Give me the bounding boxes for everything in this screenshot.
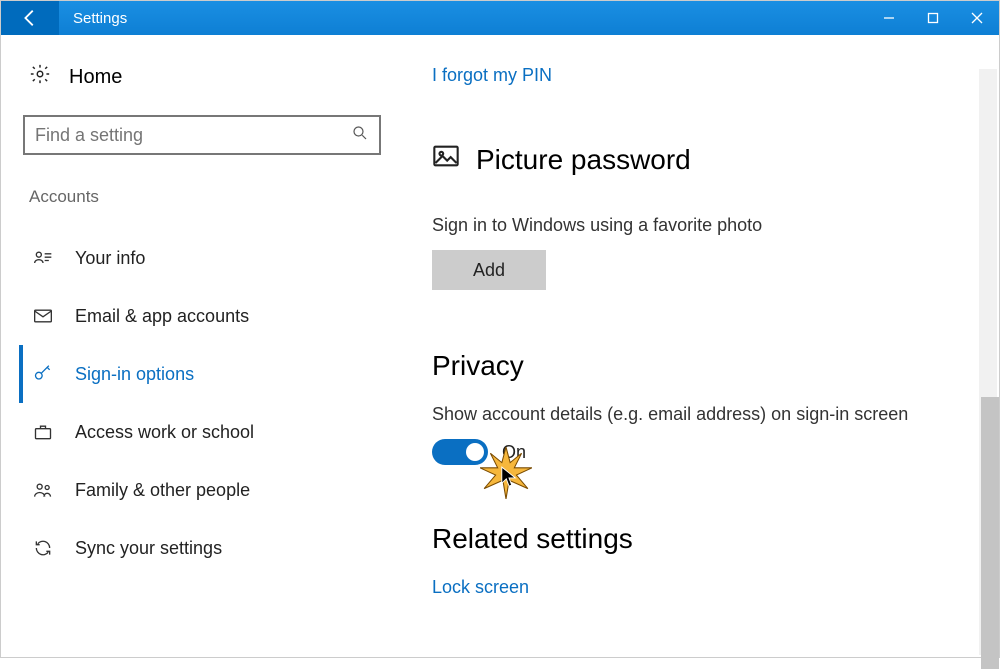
person-card-icon	[31, 248, 55, 268]
scrollbar-thumb[interactable]	[981, 397, 999, 669]
mail-icon	[31, 306, 55, 326]
gear-icon	[29, 63, 51, 91]
sidebar-item-work-school[interactable]: Access work or school	[19, 403, 396, 461]
sync-icon	[31, 538, 55, 558]
minimize-button[interactable]	[867, 1, 911, 35]
sidebar-item-label: Email & app accounts	[75, 306, 249, 327]
sidebar-item-sync[interactable]: Sync your settings	[19, 519, 396, 577]
sidebar-home[interactable]: Home	[23, 63, 396, 91]
picture-password-desc: Sign in to Windows using a favorite phot…	[432, 215, 969, 236]
privacy-desc: Show account details (e.g. email address…	[432, 404, 952, 425]
sidebar-item-label: Access work or school	[75, 422, 254, 443]
sidebar-item-signin-options[interactable]: Sign-in options	[19, 345, 396, 403]
picture-password-heading: Picture password	[432, 142, 969, 177]
toggle-state-label: On	[502, 442, 526, 463]
search-icon	[351, 124, 369, 147]
related-settings-heading: Related settings	[432, 523, 969, 555]
search-input[interactable]	[35, 125, 351, 146]
sidebar-item-email-accounts[interactable]: Email & app accounts	[19, 287, 396, 345]
picture-password-title: Picture password	[476, 144, 691, 176]
back-button[interactable]	[1, 1, 59, 35]
key-icon	[31, 364, 55, 384]
sidebar: Home Accounts Your info Email & app acco…	[1, 35, 396, 657]
lock-screen-link[interactable]: Lock screen	[432, 577, 969, 598]
add-button[interactable]: Add	[432, 250, 546, 290]
sidebar-item-label: Sync your settings	[75, 538, 222, 559]
sidebar-item-family[interactable]: Family & other people	[19, 461, 396, 519]
privacy-heading: Privacy	[432, 350, 969, 382]
picture-icon	[432, 142, 460, 177]
privacy-toggle[interactable]	[432, 439, 488, 465]
sidebar-item-label: Sign-in options	[75, 364, 194, 385]
titlebar: Settings	[1, 1, 999, 35]
search-box[interactable]	[23, 115, 381, 155]
forgot-pin-link[interactable]: I forgot my PIN	[432, 65, 969, 86]
sidebar-item-your-info[interactable]: Your info	[19, 229, 396, 287]
sidebar-item-label: Family & other people	[75, 480, 250, 501]
people-icon	[31, 480, 55, 500]
privacy-toggle-row: On	[432, 439, 969, 465]
content-pane: I forgot my PIN Picture password Sign in…	[396, 35, 999, 657]
sidebar-category: Accounts	[29, 187, 396, 207]
window-title: Settings	[59, 1, 141, 35]
maximize-button[interactable]	[911, 1, 955, 35]
cursor-icon	[500, 465, 518, 494]
close-button[interactable]	[955, 1, 999, 35]
home-label: Home	[69, 66, 122, 89]
sidebar-item-label: Your info	[75, 248, 145, 269]
briefcase-icon	[31, 422, 55, 442]
